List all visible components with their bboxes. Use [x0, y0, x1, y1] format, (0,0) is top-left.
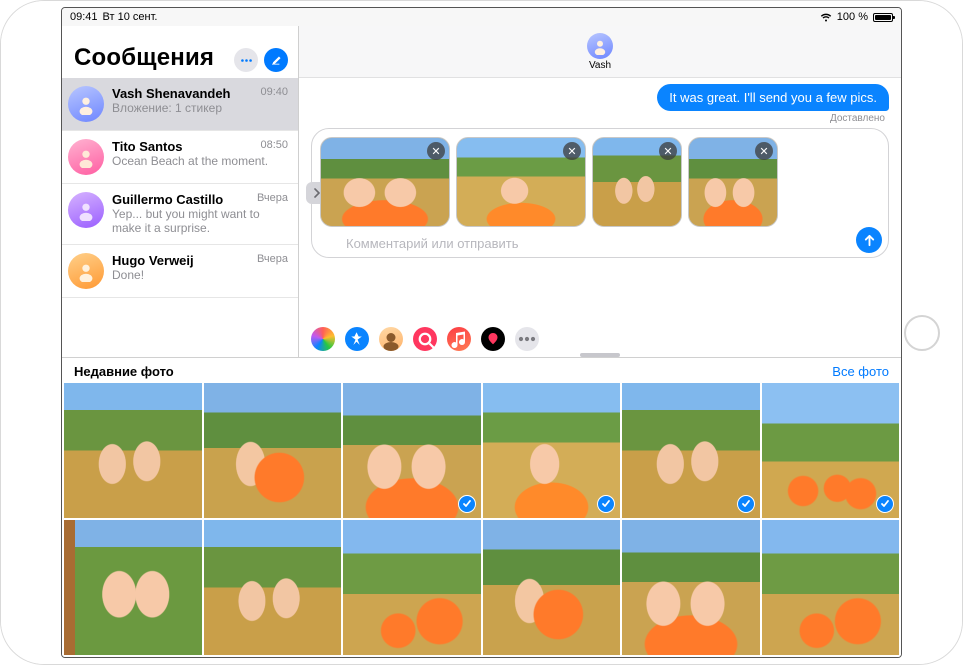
screen: 09:41 Вт 10 сент. 100 % Сообщения: [61, 7, 902, 658]
photo-cell[interactable]: [762, 383, 900, 518]
memoji-app-icon[interactable]: [379, 327, 403, 351]
avatar: [68, 86, 104, 122]
conversation-time: 08:50: [260, 139, 288, 154]
more-button[interactable]: [234, 48, 258, 72]
status-bar: 09:41 Вт 10 сент. 100 %: [62, 8, 901, 26]
more-apps-icon[interactable]: [515, 327, 539, 351]
conversation-name: Hugo Verweij: [112, 253, 194, 268]
photo-cell[interactable]: [622, 520, 760, 655]
message-bubble[interactable]: It was great. I'll send you a few pics.: [657, 84, 889, 111]
photos-app-icon[interactable]: [311, 327, 335, 351]
remove-icon[interactable]: ✕: [755, 142, 773, 160]
conversation-preview: Yep... but you might want to make it a s…: [112, 207, 288, 236]
home-button[interactable]: [904, 315, 940, 351]
conversation-preview: Done!: [112, 268, 288, 282]
battery-percent: 100 %: [837, 11, 868, 23]
chat-header[interactable]: Vash: [299, 26, 901, 78]
app-store-icon[interactable]: [345, 327, 369, 351]
remove-icon[interactable]: ✕: [563, 142, 581, 160]
delivered-label: Доставлено: [311, 113, 889, 124]
bezel: [1, 1, 61, 664]
conversation-sidebar: Сообщения Vash She: [62, 26, 299, 357]
apps-row: [299, 323, 901, 357]
status-date: Вт 10 сент.: [103, 11, 158, 23]
selected-check-icon: [597, 495, 615, 513]
photo-cell[interactable]: [622, 383, 760, 518]
conversation-time: 09:40: [260, 86, 288, 101]
music-app-icon[interactable]: [447, 327, 471, 351]
send-button[interactable]: [856, 227, 882, 253]
staged-thumb[interactable]: ✕: [592, 137, 682, 227]
conversation-item[interactable]: Guillermo Castillo Вчера Yep... but you …: [62, 184, 298, 245]
staged-thumb[interactable]: ✕: [456, 137, 586, 227]
sidebar-title: Сообщения: [74, 44, 228, 72]
conversation-preview: Ocean Beach at the moment.: [112, 154, 288, 168]
selected-check-icon: [458, 495, 476, 513]
staged-thumb[interactable]: ✕: [688, 137, 778, 227]
selected-check-icon: [737, 495, 755, 513]
avatar: [68, 139, 104, 175]
photo-cell[interactable]: [762, 520, 900, 655]
photo-cell[interactable]: [204, 383, 342, 518]
conversation-list[interactable]: Vash Shenavandeh 09:40 Вложение: 1 стике…: [62, 78, 298, 357]
remove-icon[interactable]: ✕: [659, 142, 677, 160]
drawer-grab-handle[interactable]: [580, 353, 620, 357]
avatar: [68, 192, 104, 228]
chat-contact-name: Vash: [589, 60, 611, 71]
compose-button[interactable]: [264, 48, 288, 72]
staged-thumb[interactable]: ✕: [320, 137, 450, 227]
conversation-name: Tito Santos: [112, 139, 183, 154]
photo-cell[interactable]: [64, 520, 202, 655]
conversation-item[interactable]: Hugo Verweij Вчера Done!: [62, 245, 298, 298]
photo-cell[interactable]: [483, 520, 621, 655]
photo-cell[interactable]: [343, 383, 481, 518]
photo-cell[interactable]: [204, 520, 342, 655]
status-time: 09:41: [70, 11, 98, 23]
photo-drawer: Недавние фото Все фото: [62, 358, 901, 657]
conversation-item[interactable]: Vash Shenavandeh 09:40 Вложение: 1 стике…: [62, 78, 298, 131]
conversation-name: Vash Shenavandeh: [112, 86, 231, 101]
all-photos-link[interactable]: Все фото: [832, 364, 889, 379]
photo-grid: [62, 383, 901, 657]
images-app-icon[interactable]: [413, 327, 437, 351]
conversation-time: Вчера: [257, 253, 288, 268]
staged-attachments: ✕ ✕ ✕ ✕ Комментарий или отправить: [311, 128, 889, 258]
selected-check-icon: [876, 495, 894, 513]
remove-icon[interactable]: ✕: [427, 142, 445, 160]
ipad-frame: 09:41 Вт 10 сент. 100 % Сообщения: [0, 0, 963, 665]
drawer-title: Недавние фото: [74, 364, 174, 379]
digital-touch-icon[interactable]: [481, 327, 505, 351]
conversation-preview: Вложение: 1 стикер: [112, 101, 288, 115]
compose-input[interactable]: Комментарий или отправить: [346, 236, 852, 251]
photo-cell[interactable]: [343, 520, 481, 655]
chat-panel: Vash It was great. I'll send you a few p…: [299, 26, 901, 357]
photo-cell[interactable]: [64, 383, 202, 518]
photo-cell[interactable]: [483, 383, 621, 518]
avatar: [587, 33, 613, 59]
battery-icon: [873, 13, 893, 22]
avatar: [68, 253, 104, 289]
wifi-icon: [820, 13, 832, 22]
conversation-item[interactable]: Tito Santos 08:50 Ocean Beach at the mom…: [62, 131, 298, 184]
conversation-time: Вчера: [257, 192, 288, 207]
conversation-name: Guillermo Castillo: [112, 192, 223, 207]
